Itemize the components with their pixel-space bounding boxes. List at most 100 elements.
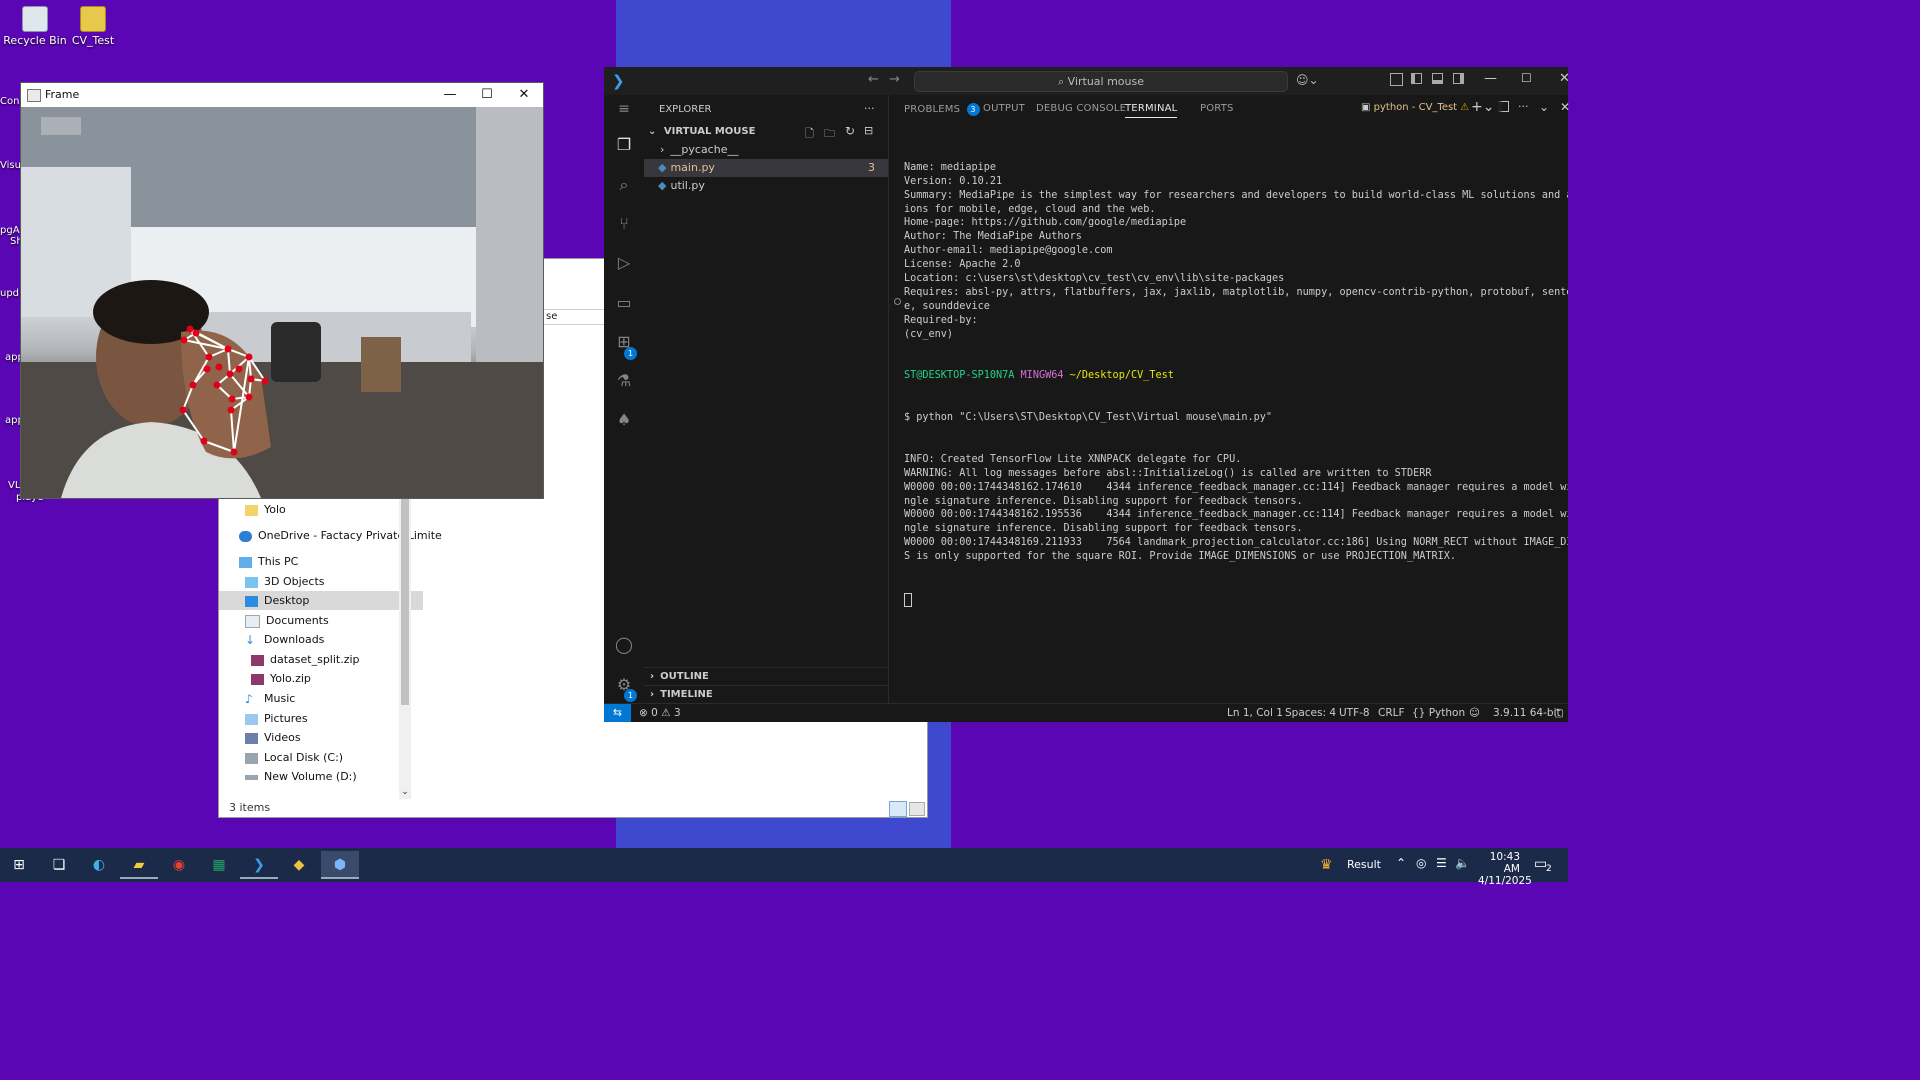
app-taskbar-icon[interactable]: ◆ (280, 851, 318, 879)
explorer-icon[interactable]: ❐ (612, 133, 636, 157)
nav-item-yolo-zip[interactable]: Yolo.zip (219, 669, 429, 688)
encoding-status[interactable]: UTF-8 (1339, 704, 1370, 722)
clock[interactable]: 10:43 AM 4/11/2025 (1478, 851, 1532, 887)
command-center-search[interactable]: ⌕ Virtual mouse (914, 71, 1288, 92)
outline-section[interactable]: › OUTLINE (644, 667, 888, 686)
back-arrow-icon[interactable]: ← (868, 72, 879, 87)
timeline-section[interactable]: › TIMELINE (644, 685, 888, 704)
terminal-line: License: Apache 2.0 (904, 259, 1021, 271)
remote-explorer-icon[interactable]: ▭ (612, 291, 636, 315)
desktop-icon-label[interactable]: VL (8, 480, 20, 491)
chevron-down-icon[interactable]: ⌄ (1539, 100, 1549, 114)
tree-item-pycache[interactable]: › __pycache__ (644, 141, 888, 159)
refresh-icon[interactable]: ↻ (845, 124, 855, 138)
desktop-icon-label[interactable]: Visu (0, 160, 21, 171)
excel-icon[interactable]: ▦ (200, 851, 238, 879)
copilot-icon[interactable]: ☺⌄ (1296, 73, 1319, 87)
indentation-status[interactable]: Spaces: 4 (1285, 704, 1336, 722)
terminal-line: WARNING: All log messages before absl::I… (904, 467, 1432, 479)
more-actions-icon[interactable]: ··· (1518, 100, 1529, 113)
volume-icon[interactable]: 🔈 (1455, 856, 1470, 870)
chevron-right-icon: › (660, 143, 665, 156)
toggle-panel-icon[interactable] (1432, 73, 1443, 84)
nav-item-local-disk-c[interactable]: Local Disk (C:) (219, 748, 423, 767)
maximize-button[interactable]: ☐ (470, 83, 504, 107)
start-button[interactable]: ⊞ (0, 851, 38, 879)
desktop-icon-label[interactable]: Con (0, 96, 19, 107)
file-explorer-icon[interactable]: ▰ (120, 851, 158, 879)
nav-item-new-volume-d[interactable]: New Volume (D:) (219, 767, 423, 786)
tree-item-label: util.py (670, 179, 705, 192)
scrollbar-thumb[interactable] (401, 495, 409, 705)
nav-item-downloads[interactable]: ↓ Downloads (219, 630, 423, 649)
interpreter-status[interactable]: 3.9.11 64-bit (1493, 704, 1561, 722)
new-terminal-icon[interactable]: +⌄ (1471, 99, 1494, 115)
eol-status[interactable]: CRLF (1378, 704, 1405, 722)
desktop-icon-cv-test[interactable]: CV_Test (58, 6, 128, 47)
search-icon[interactable]: ⌕ (612, 173, 636, 197)
cursor-position[interactable]: Ln 1, Col 1 (1227, 704, 1283, 722)
source-control-icon[interactable]: ⑂ (612, 212, 636, 236)
toggle-secondary-sidebar-icon[interactable] (1453, 73, 1464, 84)
run-debug-icon[interactable]: ▷ (612, 251, 636, 275)
close-button[interactable]: ✕ (507, 83, 541, 107)
tab-ports[interactable]: PORTS (1200, 103, 1234, 114)
nav-item-desktop[interactable]: Desktop (219, 591, 423, 610)
close-button[interactable]: ✕ (1559, 71, 1570, 86)
nav-item-this-pc[interactable]: This PC (219, 552, 417, 571)
collapse-all-icon[interactable]: ⊟ (864, 124, 873, 137)
minimize-button[interactable]: — (1484, 71, 1497, 86)
more-actions-icon[interactable]: ··· (864, 102, 875, 115)
problems-status[interactable]: ⊗ 0 ⚠ 3 (639, 704, 681, 722)
status-bar: ⇆ ⊗ 0 ⚠ 3 Ln 1, Col 1 Spaces: 4 UTF-8 CR… (604, 703, 1568, 722)
nav-item-dataset-split-zip[interactable]: dataset_split.zip (219, 650, 429, 669)
toggle-sidebar-icon[interactable] (1411, 73, 1422, 84)
nav-item-yolo[interactable]: Yolo (219, 500, 423, 519)
nav-item-pictures[interactable]: Pictures (219, 709, 423, 728)
vscode-taskbar-icon[interactable]: ❯ (240, 851, 278, 879)
network-icon[interactable]: ☰ (1436, 856, 1447, 870)
chrome-icon[interactable]: ◉ (160, 851, 198, 879)
result-app-icon[interactable]: ♛ (1320, 857, 1333, 873)
column-header[interactable]: se (541, 309, 609, 325)
nav-item-3d-objects[interactable]: 3D Objects (219, 572, 423, 591)
tree-item-util-py[interactable]: ◆ util.py (644, 177, 888, 195)
terminal-selector[interactable]: ▣ python - CV_Test ⚠ (1361, 102, 1469, 113)
chevron-down-icon[interactable]: ⌄ (400, 787, 410, 799)
details-view-icon[interactable] (889, 801, 907, 817)
nav-item-music[interactable]: ♪ Music (219, 689, 423, 708)
maximize-button[interactable]: ☐ (1521, 71, 1532, 85)
python-taskbar-icon[interactable]: ⬢ (321, 851, 359, 879)
terminal-output[interactable]: Name: mediapipe Version: 0.10.21 Summary: … (904, 133, 1568, 635)
remote-indicator-icon[interactable]: ⇆ (604, 704, 631, 722)
minimize-button[interactable]: — (433, 83, 467, 107)
accounts-icon[interactable]: ◯ (612, 633, 636, 657)
edge-icon[interactable]: ◐ (80, 851, 118, 879)
tree-item-main-py[interactable]: ◆ main.py 3 (644, 159, 888, 177)
large-icons-view-icon[interactable] (909, 802, 925, 816)
split-terminal-icon[interactable] (1498, 101, 1509, 112)
tab-debug-console[interactable]: DEBUG CONSOLE (1036, 103, 1126, 114)
forward-arrow-icon[interactable]: → (889, 72, 900, 87)
webcam-tray-icon[interactable]: ◎ (1416, 856, 1426, 870)
notifications-icon[interactable]: ▢ (1554, 704, 1564, 722)
layout-icon[interactable] (1390, 73, 1403, 86)
window-titlebar[interactable]: Frame — ☐ ✕ (21, 83, 543, 107)
language-mode[interactable]: {} Python (1412, 704, 1465, 722)
menu-icon[interactable]: ≡ (612, 97, 636, 121)
desktop-icon-label[interactable]: pgA (0, 225, 20, 236)
desktop-icon-label[interactable]: upd (0, 288, 19, 299)
nav-item-videos[interactable]: Videos (219, 728, 423, 747)
mongodb-leaf-icon[interactable]: ♠ (612, 408, 636, 432)
nav-item-documents[interactable]: Documents (219, 611, 423, 630)
result-label[interactable]: Result (1347, 858, 1381, 871)
task-view-icon[interactable]: ❏ (40, 851, 78, 879)
tab-terminal[interactable]: TERMINAL (1125, 103, 1178, 118)
tab-output[interactable]: OUTPUT (983, 103, 1025, 114)
testing-icon[interactable]: ⚗ (612, 369, 636, 393)
show-hidden-icons-icon[interactable]: ⌃ (1396, 856, 1406, 870)
copilot-status-icon[interactable]: ☺ (1469, 704, 1480, 722)
close-panel-icon[interactable]: ✕ (1560, 100, 1570, 114)
tab-problems[interactable]: PROBLEMS 3 (904, 103, 980, 116)
nav-item-onedrive[interactable]: OneDrive - Factacy Private Limite (219, 526, 442, 545)
